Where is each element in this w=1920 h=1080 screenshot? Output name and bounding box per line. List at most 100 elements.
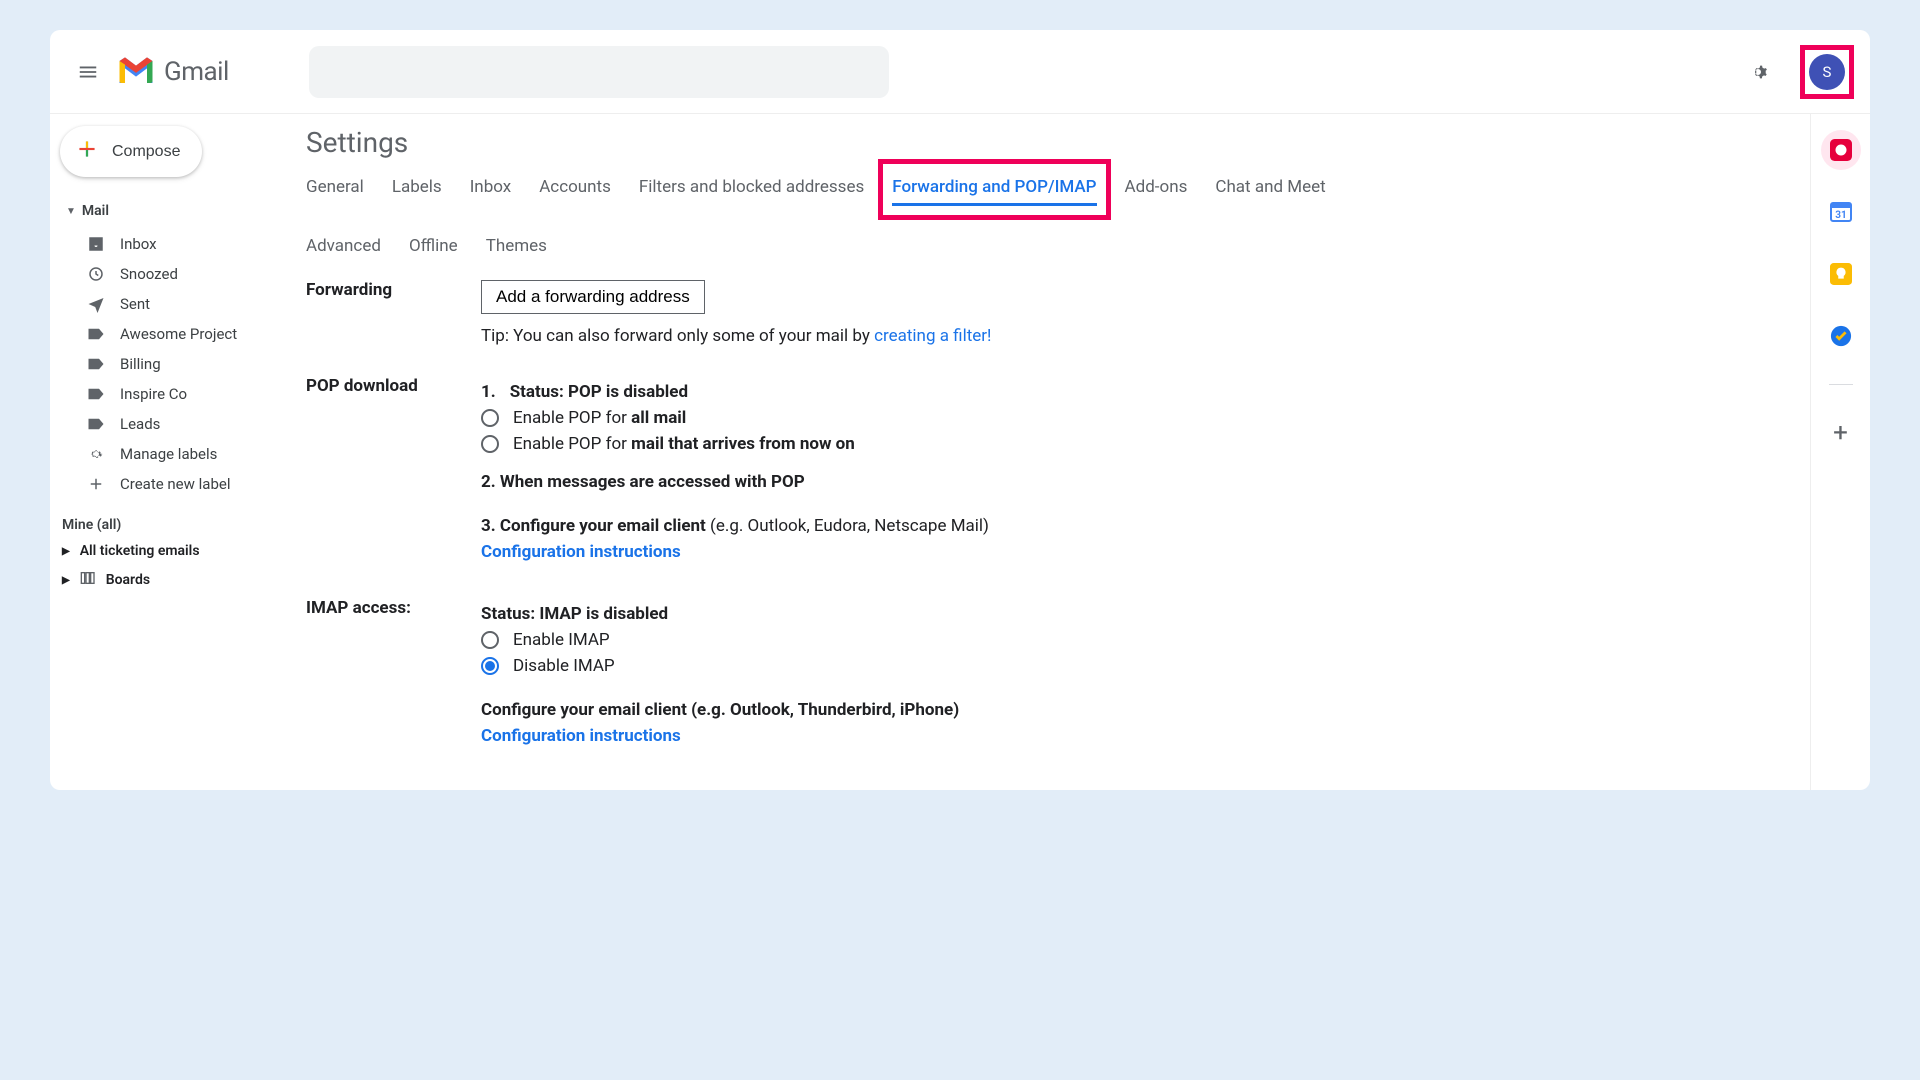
- sidebar-mail-header[interactable]: ▼ Mail: [58, 199, 298, 223]
- sidebar-item-inbox[interactable]: Inbox: [58, 229, 298, 259]
- sidebar-mail-label: Mail: [82, 203, 109, 219]
- imap-enable-text: Enable IMAP: [513, 630, 610, 650]
- radio-icon: [481, 631, 499, 649]
- sidebar-item-label: Billing: [120, 355, 161, 373]
- tab-inbox[interactable]: Inbox: [470, 167, 512, 206]
- gmail-logo[interactable]: Gmail: [114, 50, 229, 94]
- imap-configure-line: Configure your email client (e.g. Outloo…: [481, 700, 1786, 720]
- pop-opt1-bold: all mail: [631, 408, 686, 428]
- imap-config-instructions-link[interactable]: Configuration instructions: [481, 726, 681, 746]
- pop-section-label: POP download: [306, 376, 481, 568]
- radio-icon: [481, 435, 499, 453]
- gear-icon: [86, 445, 106, 463]
- sidebar-item-label: Awesome Project: [120, 325, 237, 343]
- sidebar-item-awesome-project[interactable]: Awesome Project: [58, 319, 298, 349]
- sidebar-item-label: Snoozed: [120, 265, 178, 283]
- tasks-icon: [1830, 325, 1852, 347]
- sidebar-item-billing[interactable]: Billing: [58, 349, 298, 379]
- tab-chat-meet[interactable]: Chat and Meet: [1215, 167, 1325, 206]
- sidebar-item-label: Sent: [120, 295, 150, 313]
- pop-config-instructions-link[interactable]: Configuration instructions: [481, 542, 681, 562]
- add-forwarding-address-button[interactable]: Add a forwarding address: [481, 280, 705, 314]
- tab-filters[interactable]: Filters and blocked addresses: [639, 167, 864, 206]
- pop-status-prefix: Status:: [510, 382, 568, 402]
- forwarding-section-label: Forwarding: [306, 280, 481, 346]
- sidebar-item-inspire-co[interactable]: Inspire Co: [58, 379, 298, 409]
- compose-plus-icon: [74, 136, 100, 167]
- pop-step-1: 1.: [481, 382, 496, 402]
- imap-enable-option[interactable]: Enable IMAP: [481, 630, 1786, 650]
- tab-addons[interactable]: Add-ons: [1125, 167, 1188, 206]
- compose-button[interactable]: Compose: [60, 126, 202, 177]
- pop-opt2-text: Enable POP for: [513, 434, 631, 454]
- gmail-wordmark: Gmail: [164, 57, 229, 87]
- imap-disable-option[interactable]: Disable IMAP: [481, 656, 1786, 676]
- pop-step3-rest: (e.g. Outlook, Eudora, Netscape Mail): [706, 516, 989, 536]
- rail-app-calendar[interactable]: 31: [1821, 192, 1861, 232]
- tab-advanced[interactable]: Advanced: [306, 226, 381, 262]
- sidebar-item-label: Boards: [106, 572, 150, 588]
- pop-enable-all-option[interactable]: Enable POP for all mail: [481, 408, 1786, 428]
- right-side-panel: 31 +: [1810, 114, 1870, 790]
- gmail-app: Gmail S Compose ▼ Mail: [50, 30, 1870, 790]
- sidebar-item-manage-labels[interactable]: Manage labels: [58, 439, 298, 469]
- compose-label: Compose: [112, 143, 180, 161]
- forwarding-tip-text: Tip: You can also forward only some of y…: [481, 326, 874, 346]
- account-avatar-highlight: S: [1800, 45, 1854, 99]
- imap-status-line: Status: IMAP is disabled: [481, 604, 1786, 624]
- radio-checked-icon: [481, 657, 499, 675]
- sidebar-item-snoozed[interactable]: Snoozed: [58, 259, 298, 289]
- radio-icon: [481, 409, 499, 427]
- chevron-right-icon: ▶: [62, 575, 70, 586]
- pop-enable-new-option[interactable]: Enable POP for mail that arrives from no…: [481, 434, 1786, 454]
- rail-divider: [1829, 384, 1853, 385]
- imap-status-value: IMAP is disabled: [539, 604, 668, 624]
- plus-icon: [86, 475, 106, 493]
- rail-app-grammarly[interactable]: [1821, 130, 1861, 170]
- sidebar-item-label: Leads: [120, 415, 160, 433]
- sidebar-item-label: All ticketing emails: [80, 543, 200, 559]
- tab-general[interactable]: General: [306, 167, 364, 206]
- rail-add-app-button[interactable]: +: [1821, 413, 1861, 453]
- inbox-icon: [86, 235, 106, 253]
- creating-filter-link[interactable]: creating a filter!: [874, 326, 991, 346]
- tab-labels[interactable]: Labels: [392, 167, 442, 206]
- chevron-down-icon: ▼: [66, 206, 76, 217]
- tab-themes[interactable]: Themes: [486, 226, 547, 262]
- clock-icon: [86, 265, 106, 283]
- account-avatar[interactable]: S: [1809, 54, 1845, 90]
- sidebar-item-label: Inspire Co: [120, 385, 187, 403]
- hamburger-icon: [77, 61, 99, 83]
- svg-text:31: 31: [1835, 210, 1846, 221]
- pop-step3-bold: 3. Configure your email client: [481, 516, 706, 536]
- chevron-right-icon: ▶: [62, 546, 70, 557]
- search-input[interactable]: [309, 46, 889, 98]
- boards-icon: [80, 571, 96, 589]
- avatar-letter: S: [1823, 63, 1832, 81]
- sidebar-item-leads[interactable]: Leads: [58, 409, 298, 439]
- main-menu-button[interactable]: [66, 50, 110, 94]
- tab-forwarding-pop-imap[interactable]: Forwarding and POP/IMAP: [892, 167, 1096, 206]
- sidebar-ticketing-emails[interactable]: ▶ All ticketing emails: [58, 537, 298, 565]
- pop-opt1-text: Enable POP for: [513, 408, 631, 428]
- send-icon: [86, 295, 106, 313]
- gear-icon: [1746, 60, 1770, 84]
- sidebar-item-sent[interactable]: Sent: [58, 289, 298, 319]
- label-icon: [86, 357, 106, 371]
- page-title: Settings: [306, 126, 1786, 159]
- rail-app-keep[interactable]: [1821, 254, 1861, 294]
- pop-opt2-bold: mail that arrives from now on: [631, 434, 855, 454]
- settings-panel: Settings General Labels Inbox Accounts F…: [306, 114, 1810, 790]
- sidebar-item-create-label[interactable]: Create new label: [58, 469, 298, 499]
- rail-app-tasks[interactable]: [1821, 316, 1861, 356]
- gmail-m-icon: [114, 50, 158, 94]
- imap-disable-text: Disable IMAP: [513, 656, 615, 676]
- tab-offline[interactable]: Offline: [409, 226, 458, 262]
- pop-status-value: POP is disabled: [568, 382, 688, 402]
- sidebar-boards[interactable]: ▶ Boards: [58, 565, 298, 595]
- settings-gear-button[interactable]: [1736, 50, 1780, 94]
- forwarding-tip: Tip: You can also forward only some of y…: [481, 326, 1786, 346]
- imap-section-label: IMAP access:: [306, 598, 481, 752]
- sidebar-item-label: Manage labels: [120, 445, 217, 463]
- tab-accounts[interactable]: Accounts: [539, 167, 611, 206]
